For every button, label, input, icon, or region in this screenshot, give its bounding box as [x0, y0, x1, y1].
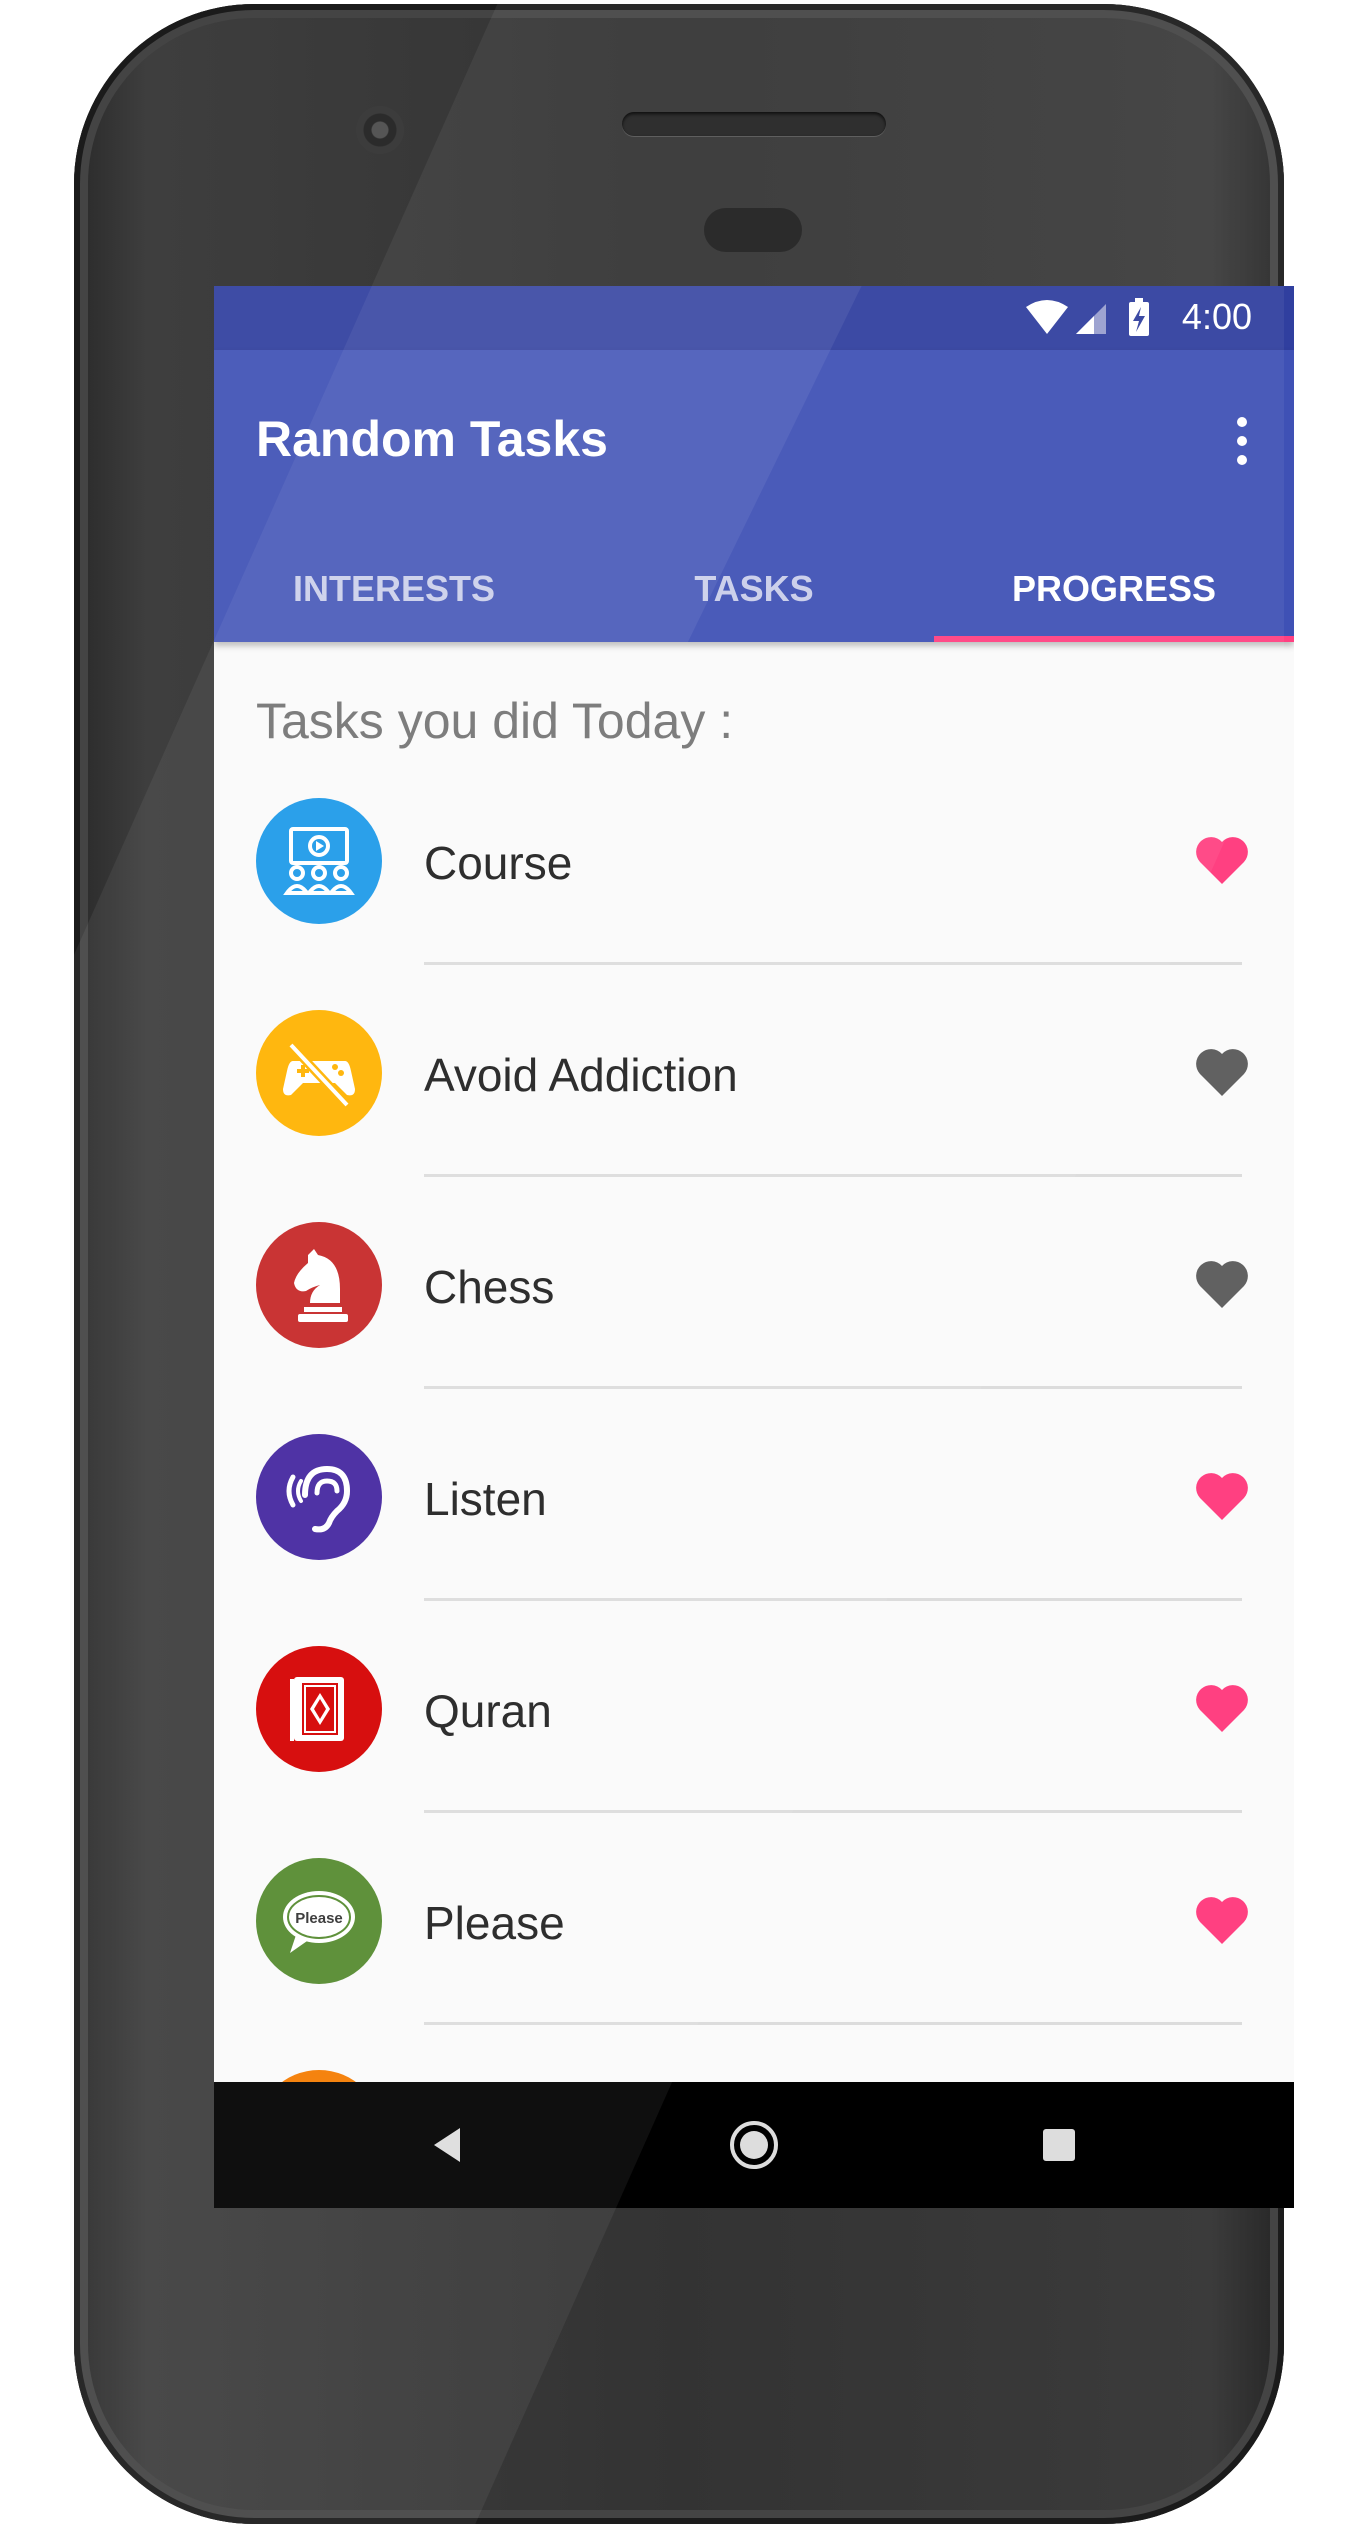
heart-icon[interactable] — [1194, 1258, 1250, 1310]
wifi-icon — [1026, 300, 1068, 334]
ear-listen-icon — [256, 1434, 382, 1560]
screen: 4:00 Random Tasks INTERESTS TASKS PROGRE… — [214, 286, 1294, 2208]
no-gaming-icon — [256, 1010, 382, 1136]
task-label: Quran — [424, 1685, 552, 1737]
list-item[interactable]: Please Please — [214, 1846, 1294, 2058]
phone-frame: 4:00 Random Tasks INTERESTS TASKS PROGRE… — [74, 4, 1294, 2524]
recents-icon[interactable] — [1032, 2118, 1086, 2172]
task-label: Listen — [424, 1473, 547, 1525]
heart-icon[interactable] — [1194, 1894, 1250, 1946]
quran-book-icon — [256, 1646, 382, 1772]
home-icon[interactable] — [727, 2118, 781, 2172]
task-label: Course — [424, 837, 573, 889]
heart-icon[interactable] — [1194, 1046, 1250, 1098]
divider — [424, 1810, 1242, 1813]
list-item[interactable]: Course — [214, 786, 1294, 998]
divider — [424, 1174, 1242, 1177]
list-item[interactable]: Listen — [214, 1422, 1294, 1634]
list-item[interactable]: Quran — [214, 1634, 1294, 1846]
signal-icon — [1076, 304, 1106, 334]
section-title: Tasks you did Today : — [256, 693, 734, 749]
battery-charging-icon — [1129, 298, 1149, 336]
list-item[interactable]: Avoid Addiction — [214, 998, 1294, 1210]
status-time: 4:00 — [1181, 296, 1252, 337]
status-icons — [1026, 298, 1149, 336]
overflow-menu-icon[interactable] — [1232, 412, 1252, 476]
app-bar: Random Tasks INTERESTS TASKS PROGRESS — [214, 350, 1294, 642]
course-video-icon — [256, 798, 382, 924]
tab-interests[interactable]: INTERESTS — [214, 536, 574, 642]
front-camera — [356, 106, 404, 154]
list-item[interactable]: Chess — [214, 1210, 1294, 1422]
heart-icon[interactable] — [1194, 834, 1250, 886]
chess-knight-icon — [256, 1222, 382, 1348]
tab-tasks[interactable]: TASKS — [574, 536, 934, 642]
divider — [424, 1386, 1242, 1389]
proximity-sensor — [704, 208, 802, 252]
heart-icon[interactable] — [1194, 1470, 1250, 1522]
task-list: Course Avoid Addiction Chess Listen Qura… — [214, 786, 1294, 2208]
app-title: Random Tasks — [256, 411, 608, 467]
divider — [424, 962, 1242, 965]
tab-progress[interactable]: PROGRESS — [934, 536, 1294, 642]
back-icon[interactable] — [422, 2118, 476, 2172]
navigation-bar — [214, 2082, 1294, 2208]
task-label: Chess — [424, 1261, 555, 1313]
status-bar: 4:00 — [214, 286, 1294, 350]
earpiece-speaker — [622, 112, 886, 136]
divider — [424, 1598, 1242, 1601]
please-speech-icon: Please — [256, 1858, 382, 1984]
task-label: Please — [424, 1897, 565, 1949]
tab-bar: INTERESTS TASKS PROGRESS — [214, 536, 1294, 642]
heart-icon[interactable] — [1194, 1682, 1250, 1734]
please-icon-text: Please — [295, 1910, 343, 1927]
divider — [424, 2022, 1242, 2025]
task-label: Avoid Addiction — [424, 1049, 738, 1101]
